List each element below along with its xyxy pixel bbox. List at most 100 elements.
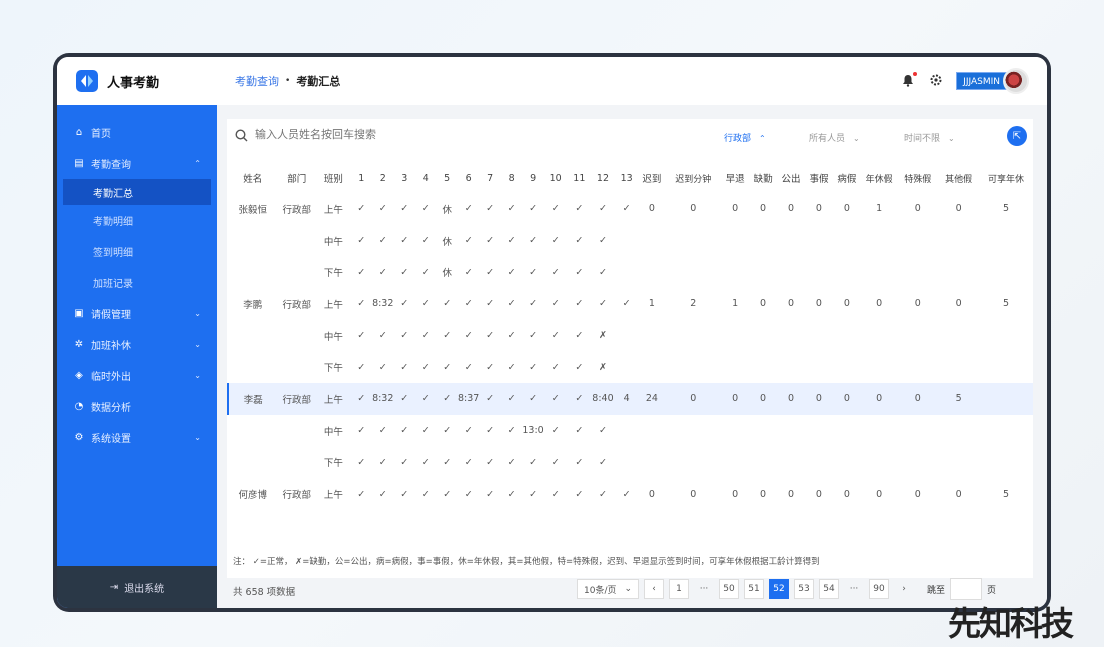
sidebar-item-attendance-summary[interactable]: 考勤汇总 xyxy=(63,179,211,205)
user-menu[interactable]: JJJASMIN xyxy=(956,68,1029,94)
page-button[interactable]: 51 xyxy=(744,579,764,599)
table-cell xyxy=(833,320,861,352)
ellipsis-icon[interactable]: ··· xyxy=(694,579,714,599)
page-size-select[interactable]: 10条/页 ⌄ xyxy=(577,579,639,599)
sidebar-item-overtime-record[interactable]: 加班记录 xyxy=(57,267,217,298)
check-icon: ✓ xyxy=(421,203,430,215)
sidebar-item-settings[interactable]: ⚙ 系统设置 ⌄ xyxy=(57,422,217,453)
page-button[interactable]: 53 xyxy=(794,579,814,599)
page-button[interactable]: 52 xyxy=(769,579,789,599)
time-filter[interactable]: 时间不限 ⌄ xyxy=(904,131,955,144)
check-icon: ✓ xyxy=(378,456,387,468)
table-cell xyxy=(721,415,749,447)
logout-button[interactable]: ⇥ 退出系统 xyxy=(57,566,217,608)
table-row[interactable]: 中午 ✓ ✓ ✓ ✓ ✓ ✓ ✓ ✓ 13:05 ✓ ✓ ✓ xyxy=(228,415,1033,447)
export-button[interactable]: ⇱ xyxy=(1007,126,1027,146)
check-icon: ✓ xyxy=(551,203,560,215)
breadcrumb-parent[interactable]: 考勤查询 xyxy=(235,73,279,89)
table-cell xyxy=(615,415,639,447)
check-icon: ✓ xyxy=(357,330,366,342)
sidebar-item-leave[interactable]: ▣ 请假管理 ⌄ xyxy=(57,298,217,329)
search-input[interactable] xyxy=(255,128,515,141)
table-row[interactable]: 中午 ✓ ✓ ✓ ✓ 休 ✓ ✓ ✓ ✓ ✓ ✓ ✓ xyxy=(228,225,1033,257)
table-cell xyxy=(665,447,721,479)
table-cell: 上午 xyxy=(323,299,343,311)
table-cell: 0 xyxy=(843,298,850,310)
sidebar-item-label: 首页 xyxy=(91,129,111,140)
next-page-button[interactable]: › xyxy=(894,579,914,599)
sidebar-item-analytics[interactable]: ◔ 数据分析 xyxy=(57,391,217,422)
attendance-icon: ▤ xyxy=(74,158,84,169)
outing-icon: ◈ xyxy=(75,370,83,381)
sidebar-item-attendance-query[interactable]: ▤ 考勤查询 ⌃ xyxy=(57,148,217,179)
check-icon: ✓ xyxy=(529,203,538,215)
check-icon: ✓ xyxy=(551,456,560,468)
table-cell: 2 xyxy=(690,298,697,310)
search-row: 行政部 ⌃ 所有人员 ⌄ 时间不限 ⌄ ⇱ xyxy=(227,119,1033,155)
table-row[interactable]: 下午 ✓ ✓ ✓ ✓ ✓ ✓ ✓ ✓ ✓ ✓ ✓ ✓ xyxy=(228,447,1033,479)
check-icon: ✓ xyxy=(464,203,473,215)
settings-gear-icon[interactable] xyxy=(930,74,942,89)
goto-page-input[interactable] xyxy=(950,578,983,600)
table-cell xyxy=(979,256,1033,288)
page-button[interactable]: 90 xyxy=(869,579,889,599)
sidebar-item-signin-detail[interactable]: 签到明细 xyxy=(57,236,217,267)
table-cell: 0 xyxy=(787,203,795,215)
check-icon: ✓ xyxy=(486,203,495,215)
ellipsis-icon[interactable]: ··· xyxy=(844,579,864,599)
chevron-down-icon: ⌄ xyxy=(624,584,632,594)
app-title: 人事考勤 xyxy=(107,75,160,91)
table-cell: 李鹏 xyxy=(243,299,263,311)
people-filter[interactable]: 所有人员 ⌄ xyxy=(809,131,860,144)
check-icon: ✓ xyxy=(378,330,387,342)
check-icon: ✓ xyxy=(500,383,523,415)
table-row[interactable]: 何彦博 行政部 上午 ✓ ✓ ✓ ✓ ✓ ✓ ✓ ✓ ✓ ✓ ✓ ✓ ✓ 0 0 0 0 0 0 0 0 0 0 5 xyxy=(228,478,1033,510)
sidebar-item-home[interactable]: ⌂ 首页 xyxy=(57,117,217,148)
table-cell xyxy=(805,256,833,288)
absent-icon: ✗ xyxy=(598,330,607,342)
table-cell: 5 xyxy=(938,383,980,415)
page-size-value: 10条/页 xyxy=(584,585,617,596)
table-cell xyxy=(777,320,805,352)
notification-bell-icon[interactable] xyxy=(902,72,918,88)
check-icon: ✓ xyxy=(378,235,387,247)
check-icon: ✓ xyxy=(357,298,366,310)
app-logo[interactable]: 人事考勤 xyxy=(57,57,217,105)
check-icon: ✓ xyxy=(421,330,430,342)
prev-page-button[interactable]: ‹ xyxy=(644,579,664,599)
table-row[interactable]: 下午 ✓ ✓ ✓ ✓ ✓ ✓ ✓ ✓ ✓ ✓ ✓ ✗ xyxy=(228,351,1033,383)
table-cell xyxy=(721,447,749,479)
check-icon: ✓ xyxy=(400,425,409,437)
table-cell xyxy=(615,225,639,257)
check-icon: ✓ xyxy=(567,383,592,415)
breadcrumb: 考勤查询 • 考勤汇总 xyxy=(235,73,340,89)
table-row[interactable]: 李鹏 行政部 上午 ✓ 8:32 ✓ ✓ ✓ ✓ ✓ ✓ ✓ ✓ ✓ ✓ ✓ 1 2 1 0 0 0 0 0 0 0 5 xyxy=(228,288,1033,320)
page-button[interactable]: 54 xyxy=(819,579,839,599)
table-row[interactable]: 下午 ✓ ✓ ✓ ✓ 休 ✓ ✓ ✓ ✓ ✓ ✓ ✓ xyxy=(228,256,1033,288)
page-button[interactable]: 1 xyxy=(669,579,689,599)
table-row[interactable]: 中午 ✓ ✓ ✓ ✓ ✓ ✓ ✓ ✓ ✓ ✓ ✓ ✗ xyxy=(228,320,1033,352)
table-cell xyxy=(777,447,805,479)
check-icon: ✓ xyxy=(529,488,538,500)
page-button[interactable]: 50 xyxy=(719,579,739,599)
table-row[interactable]: 李磊 行政部 上午 ✓ 8:32 ✓ ✓ ✓ 8:37 ✓ ✓ ✓ ✓ ✓ 8:40 4 24 0 0 0 0 0 0 0 0 5 xyxy=(226,383,1033,415)
column-header: 6 xyxy=(465,172,472,184)
table-cell xyxy=(749,225,777,257)
table-cell: 5 xyxy=(1003,298,1010,310)
table-cell xyxy=(277,351,316,383)
sidebar-item-overtime-comp[interactable]: ✲ 加班补休 ⌄ xyxy=(57,329,217,360)
table-cell: 0 xyxy=(955,488,962,500)
table-cell xyxy=(938,415,979,447)
table-cell: 0 xyxy=(897,383,939,415)
table-row[interactable]: 张毅恒 行政部 上午 ✓ ✓ ✓ ✓ 休 ✓ ✓ ✓ ✓ ✓ ✓ ✓ ✓ 0 0 0 0 0 0 0 1 0 0 5 xyxy=(228,193,1033,225)
sidebar-item-outing[interactable]: ◈ 临时外出 ⌄ xyxy=(57,360,217,391)
dept-filter[interactable]: 行政部 ⌃ xyxy=(724,131,766,144)
time-filter-value: 时间不限 xyxy=(904,134,941,144)
overtime-icon: ✲ xyxy=(74,339,84,350)
table-cell xyxy=(833,225,861,257)
table-cell: 5 xyxy=(1003,488,1010,500)
table-cell: 0 xyxy=(777,383,805,415)
table-cell: 中午 xyxy=(323,331,343,343)
chevron-down-icon: ⌄ xyxy=(853,134,860,143)
sidebar-item-attendance-detail[interactable]: 考勤明细 xyxy=(57,205,217,236)
